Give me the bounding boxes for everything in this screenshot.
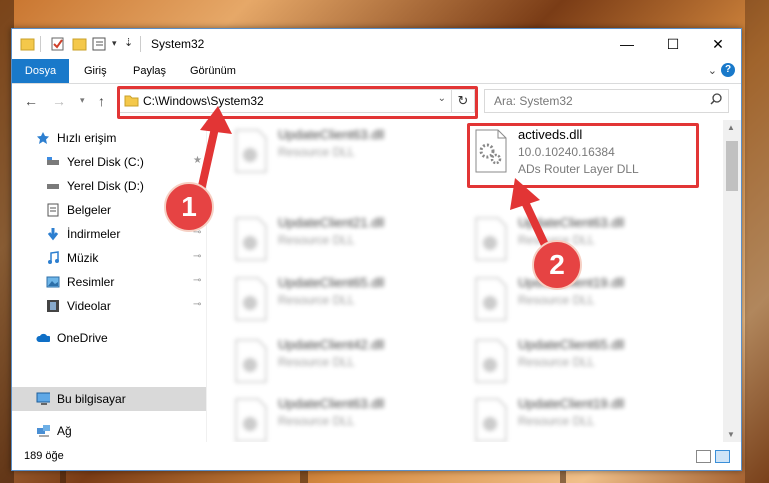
annotation-arrows — [196, 106, 549, 249]
step-1-badge: 1 — [164, 182, 214, 232]
arrow-2 — [520, 196, 549, 249]
arrow-1-head — [200, 106, 232, 134]
step-2-badge: 2 — [532, 240, 582, 290]
